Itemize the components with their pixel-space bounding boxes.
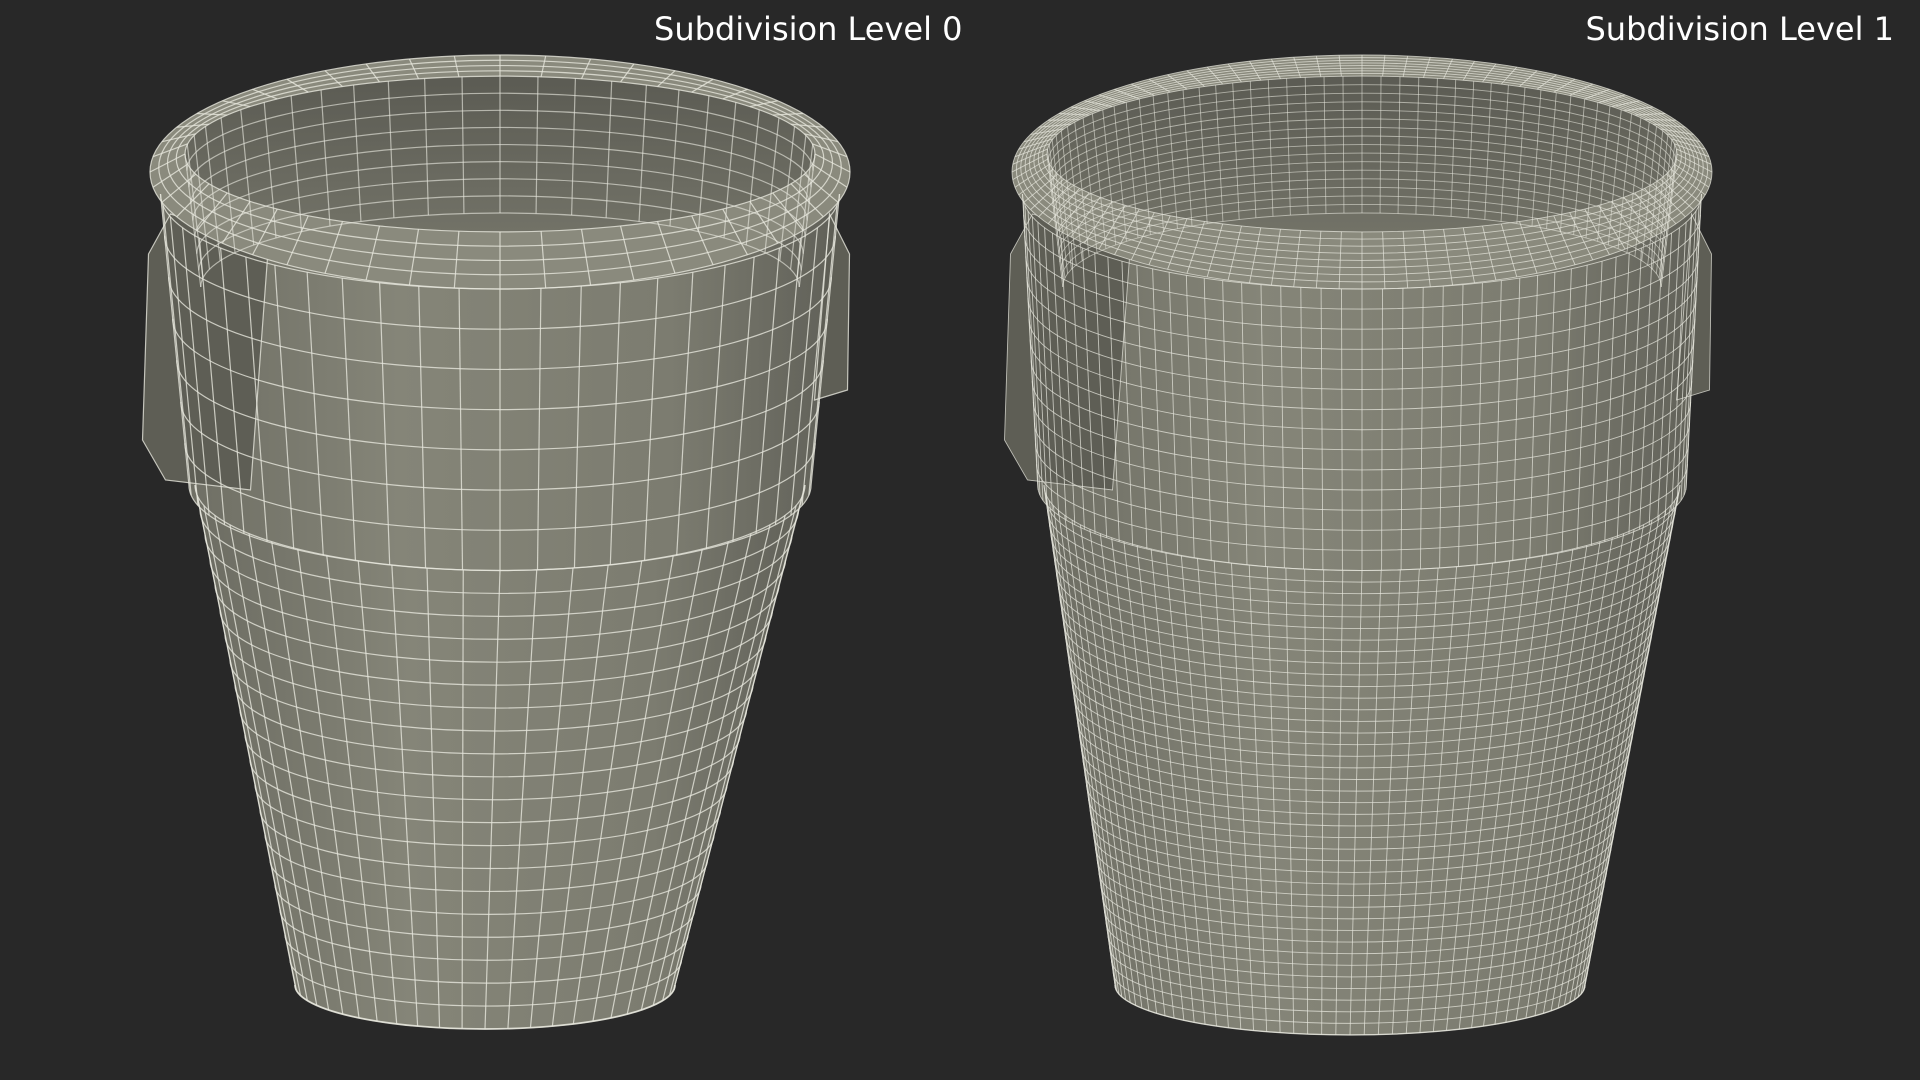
trash-can-model-level-1	[1004, 54, 1713, 1036]
trash-can-model-level-0	[141, 54, 851, 1030]
render-viewport: Subdivision Level 0 Subdivision Level 1	[0, 0, 1920, 1080]
render-canvas	[141, 54, 1713, 1036]
